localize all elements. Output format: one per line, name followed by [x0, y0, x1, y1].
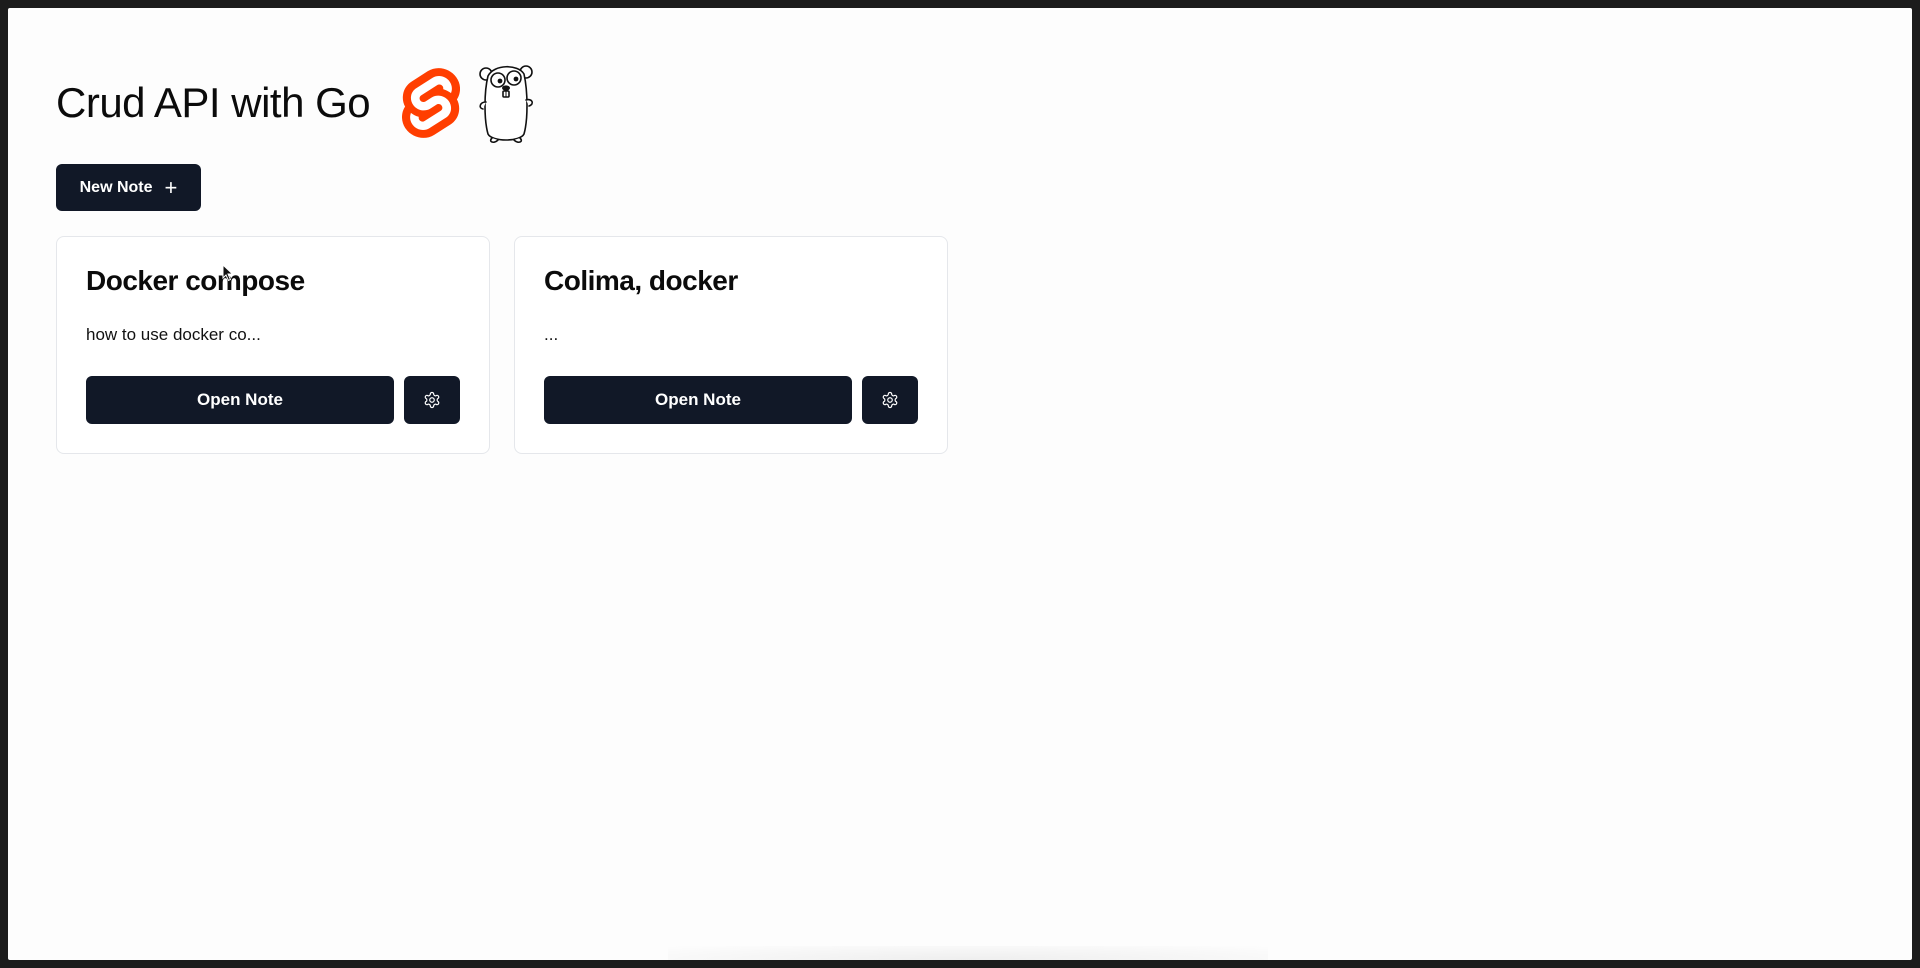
page-header: Crud API with Go [56, 58, 948, 148]
plus-icon: + [164, 174, 178, 200]
note-settings-button[interactable] [862, 376, 918, 424]
open-note-button[interactable]: Open Note [544, 376, 852, 424]
note-preview: ... [544, 325, 559, 344]
note-actions: Open Note [86, 376, 460, 424]
bottom-dock-shadow [668, 946, 1268, 960]
mouse-cursor-icon [222, 264, 234, 282]
note-settings-button[interactable] [404, 376, 460, 424]
new-note-button[interactable]: New Note + [56, 164, 201, 211]
note-title: Docker compose [86, 265, 305, 296]
note-title: Colima, docker [544, 265, 738, 296]
page-title: Crud API with Go [56, 79, 371, 126]
gear-icon [882, 391, 898, 409]
logo-group [402, 62, 538, 144]
notes-grid: Docker compose how to use docker co... O… [56, 236, 948, 454]
gear-icon [424, 391, 440, 409]
new-note-label: New Note [79, 178, 153, 196]
go-gopher-icon [479, 65, 534, 143]
main-content: Crud API with Go New Note + Docker compo… [56, 58, 948, 454]
note-card: Colima, docker ... Open Note [514, 236, 948, 454]
app-window: Crud API with Go New Note + Docker compo… [0, 0, 1920, 968]
note-actions: Open Note [544, 376, 918, 424]
note-card: Docker compose how to use docker co... O… [56, 236, 490, 454]
open-note-button[interactable]: Open Note [86, 376, 394, 424]
note-preview: how to use docker co... [86, 325, 261, 344]
svelte-logo-icon [402, 68, 461, 138]
